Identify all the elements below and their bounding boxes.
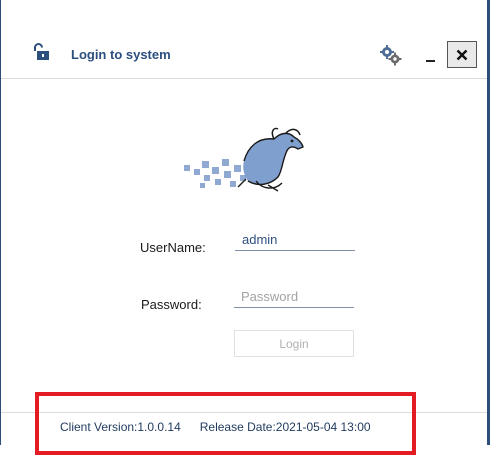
password-label: Password: [141, 297, 202, 312]
horse-logo [184, 127, 304, 192]
login-dialog: Login to system UserName: admin Password… [0, 0, 490, 445]
window-title: Login to system [71, 47, 171, 62]
password-input[interactable] [234, 286, 354, 308]
username-input[interactable] [235, 229, 355, 251]
title-bar[interactable]: Login to system [0, 0, 487, 78]
unlock-icon [34, 43, 49, 60]
minimize-icon [426, 60, 435, 62]
minimize-button[interactable] [420, 42, 440, 66]
highlight-box [35, 392, 416, 455]
close-button[interactable] [447, 41, 477, 68]
username-label: UserName: [140, 240, 206, 255]
close-icon [456, 49, 468, 60]
login-button[interactable]: Login [234, 330, 354, 357]
settings-icon[interactable] [379, 44, 403, 66]
title-divider [1, 78, 487, 79]
